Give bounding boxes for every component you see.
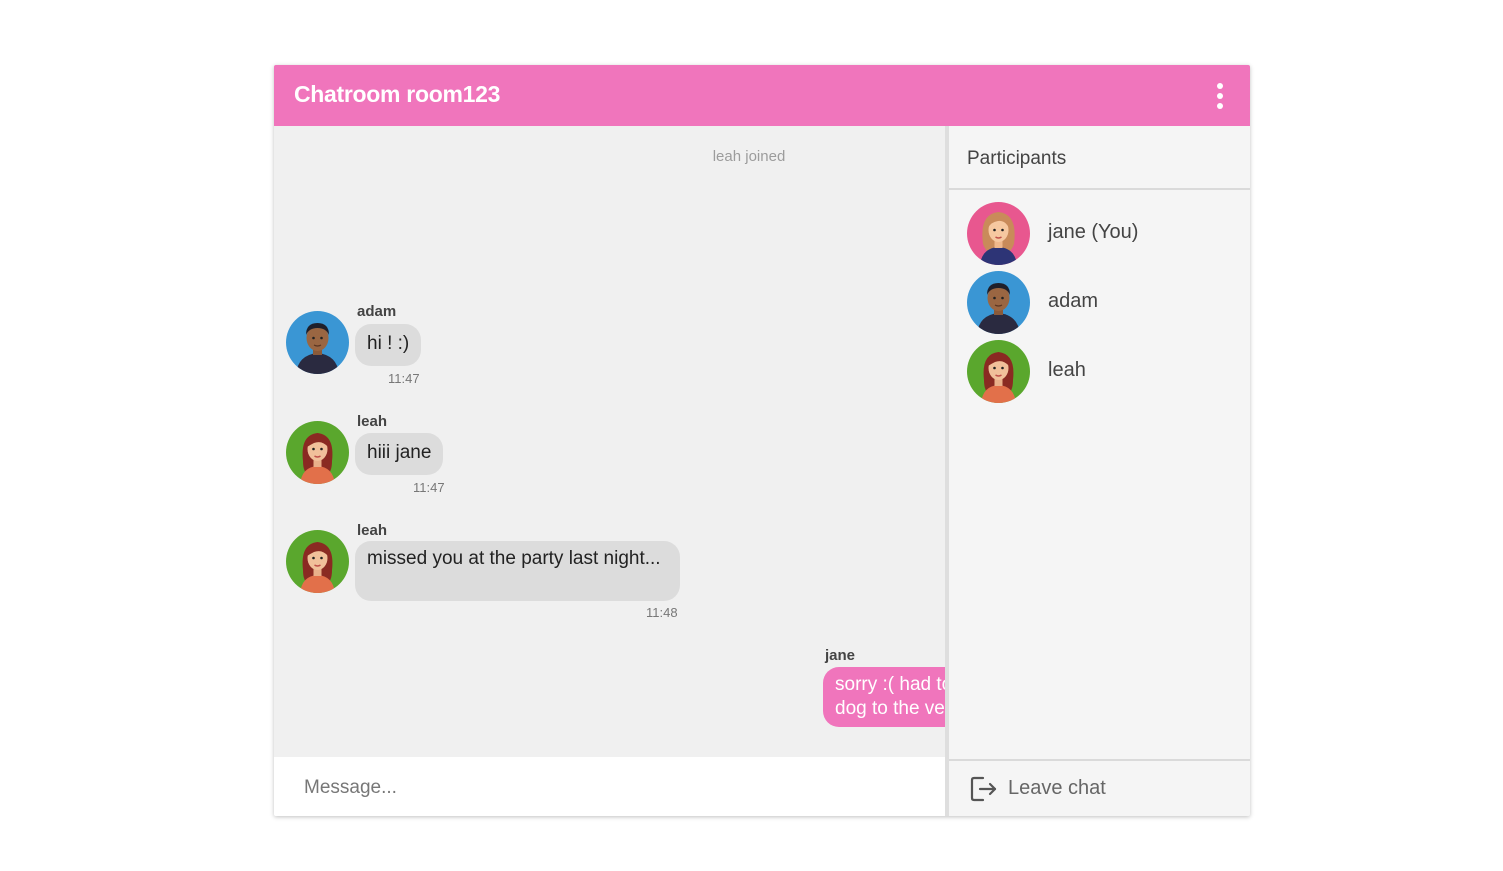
message-composer (274, 757, 945, 816)
message-bubble: hi ! :) (355, 324, 422, 366)
chat-header: Chatroom room123 (274, 65, 1250, 126)
chat-window: Chatroom room123 leah joined adam hi ! :… (274, 65, 1250, 816)
avatar-leah (286, 530, 349, 593)
message-input[interactable] (292, 767, 936, 809)
avatar-jane (967, 202, 1030, 265)
message-bubble: hiii jane (355, 433, 444, 475)
message-time: 11:48 (646, 605, 678, 620)
chatroom-title: Chatroom room123 (294, 81, 501, 107)
participants-header: Participants (949, 126, 1250, 190)
logout-icon (969, 774, 999, 804)
avatar-adam (967, 271, 1030, 334)
participant-name: jane (You) (1048, 221, 1139, 243)
participant-adam[interactable]: adam (967, 271, 1237, 335)
participants-title: Participants (967, 148, 1067, 169)
participant-jane[interactable]: jane (You) (967, 202, 1237, 266)
participant-name: leah (1048, 359, 1086, 381)
participants-panel: Participants jane (You) adam leah Leave … (949, 126, 1250, 816)
more-vertical-icon[interactable] (1212, 83, 1228, 109)
avatar-leah (967, 340, 1030, 403)
message-list[interactable]: leah joined adam hi ! :) 11:47 leah hiii… (274, 126, 945, 757)
message-bubble: missed you at the party last night... (355, 541, 680, 601)
avatar-leah (286, 421, 349, 484)
own-message-bubble: sorry :( had to take my dog to the vet (823, 667, 945, 727)
message-time: 11:47 (413, 480, 445, 495)
message-sender: leah (357, 522, 388, 539)
leave-chat-label: Leave chat (1008, 777, 1106, 799)
participant-leah[interactable]: leah (967, 340, 1237, 404)
message-sender: adam (357, 303, 397, 320)
message-sender: jane (825, 647, 856, 664)
message-time: 11:47 (388, 371, 420, 386)
leave-chat-button[interactable]: Leave chat (949, 759, 1250, 816)
system-message: leah joined (712, 148, 786, 165)
participant-name: adam (1048, 290, 1099, 312)
avatar-adam (286, 311, 349, 374)
message-sender: leah (357, 413, 388, 430)
